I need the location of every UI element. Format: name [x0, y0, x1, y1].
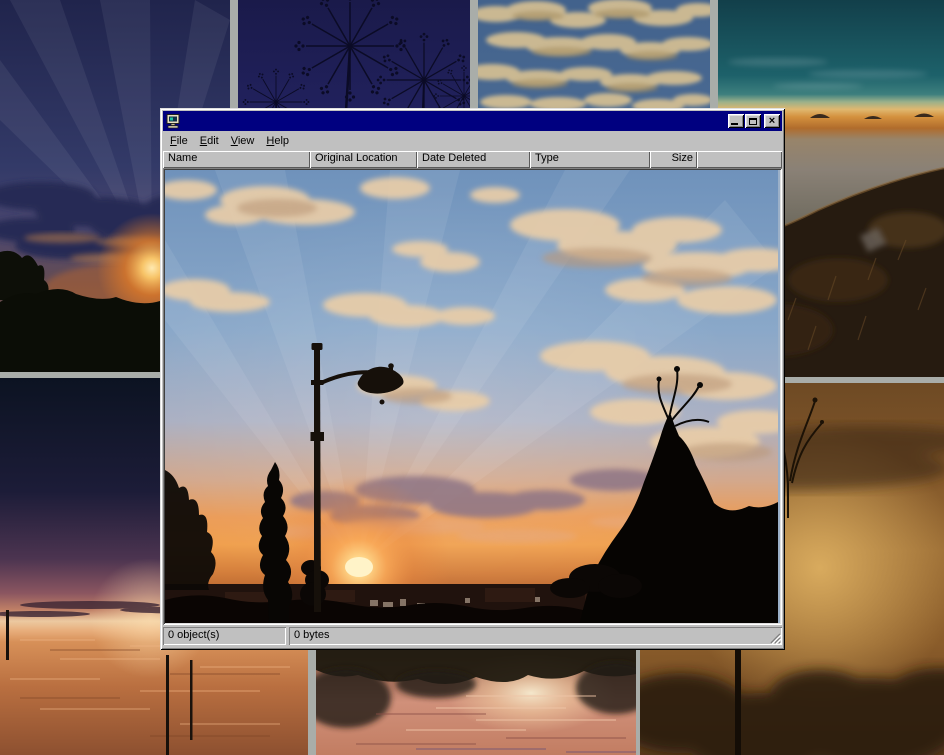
status-bar: 0 object(s) 0 bytes: [163, 627, 782, 647]
minimize-icon: [731, 123, 738, 125]
menu-view[interactable]: View: [225, 133, 261, 150]
computer-icon: [165, 114, 181, 129]
menu-edit[interactable]: Edit: [194, 133, 225, 150]
status-bytes-panel: 0 bytes: [289, 627, 782, 645]
column-header-date-deleted[interactable]: Date Deleted: [417, 151, 530, 168]
menu-bar: File Edit View Help: [163, 131, 782, 151]
title-bar[interactable]: ×: [163, 111, 782, 131]
column-header-filler: [697, 151, 782, 168]
file-list-area[interactable]: [163, 168, 782, 625]
status-bytes: 0 bytes: [294, 629, 329, 641]
minimize-button[interactable]: [728, 114, 744, 128]
column-header-name[interactable]: Name: [163, 151, 310, 168]
recycle-bin-window: × File Edit View Help Name Original Loca…: [160, 108, 785, 650]
status-objects: 0 object(s): [163, 627, 286, 645]
maximize-button[interactable]: [745, 114, 761, 128]
close-icon: ×: [769, 115, 775, 127]
close-button[interactable]: ×: [764, 114, 780, 128]
menu-help[interactable]: Help: [260, 133, 295, 150]
resize-grip[interactable]: [768, 631, 781, 644]
column-header-original-location[interactable]: Original Location: [310, 151, 417, 168]
column-header-row: Name Original Location Date Deleted Type…: [163, 151, 782, 168]
column-header-size[interactable]: Size: [650, 151, 697, 168]
sunset-streetlamp-photo: [165, 170, 780, 623]
maximize-icon: [749, 118, 757, 125]
column-header-type[interactable]: Type: [530, 151, 650, 168]
menu-file[interactable]: File: [164, 133, 194, 150]
